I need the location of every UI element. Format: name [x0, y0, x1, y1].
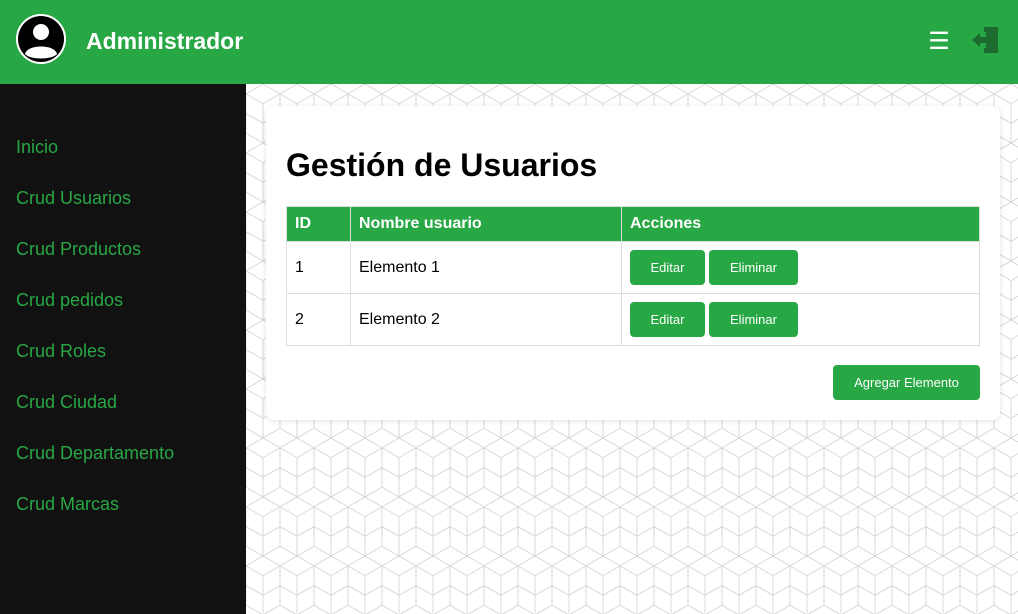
cell-name: Elemento 1: [350, 241, 622, 294]
hamburger-menu-icon[interactable]: ☰: [926, 28, 952, 56]
column-header-name: Nombre usuario: [350, 206, 622, 242]
sidebar-item-crud-usuarios: Crud Usuarios: [0, 186, 246, 237]
sidebar-menu: Inicio Crud Usuarios Crud Productos Crud…: [0, 84, 246, 543]
sidebar-item-crud-pedidos: Crud pedidos: [0, 288, 246, 339]
top-header: Administrador ☰: [0, 0, 1018, 84]
sidebar-item-crud-departamento: Crud Departamento: [0, 441, 246, 492]
page-title: Gestión de Usuarios: [286, 147, 598, 183]
sidebar-link-crud-ciudad[interactable]: Crud Ciudad: [0, 390, 246, 414]
sidebar-link-crud-departamento[interactable]: Crud Departamento: [0, 441, 246, 465]
sidebar-link-inicio[interactable]: Inicio: [0, 135, 246, 159]
edit-button[interactable]: Editar: [630, 250, 705, 285]
sidebar-item-crud-roles: Crud Roles: [0, 339, 246, 390]
users-table: ID Nombre usuario Acciones 1 Elemento 1 …: [286, 206, 980, 346]
column-header-id: ID: [286, 206, 351, 242]
edit-button[interactable]: Editar: [630, 302, 705, 337]
sidebar-link-crud-roles[interactable]: Crud Roles: [0, 339, 246, 363]
add-element-button[interactable]: Agregar Elemento: [833, 365, 980, 400]
column-header-actions: Acciones: [621, 206, 980, 242]
sidebar-link-crud-pedidos[interactable]: Crud pedidos: [0, 288, 246, 312]
app-title: Administrador: [86, 28, 244, 54]
cell-actions: Editar Eliminar: [621, 293, 980, 346]
sidebar: Inicio Crud Usuarios Crud Productos Crud…: [0, 84, 246, 614]
table-row: 1 Elemento 1 Editar Eliminar: [286, 241, 980, 294]
sidebar-link-crud-usuarios[interactable]: Crud Usuarios: [0, 186, 246, 210]
cell-id: 2: [286, 293, 351, 346]
users-card: Gestión de Usuarios ID Nombre usuario Ac…: [266, 106, 1000, 420]
sidebar-link-crud-productos[interactable]: Crud Productos: [0, 237, 246, 261]
sidebar-link-crud-marcas[interactable]: Crud Marcas: [0, 492, 246, 516]
user-avatar-icon: [16, 14, 66, 64]
delete-button[interactable]: Eliminar: [709, 302, 798, 337]
logout-icon[interactable]: [970, 24, 1002, 56]
sidebar-item-crud-productos: Crud Productos: [0, 237, 246, 288]
sidebar-item-crud-ciudad: Crud Ciudad: [0, 390, 246, 441]
sidebar-item-inicio: Inicio: [0, 135, 246, 186]
cell-actions: Editar Eliminar: [621, 241, 980, 294]
main-content: Gestión de Usuarios ID Nombre usuario Ac…: [246, 84, 1018, 614]
cell-name: Elemento 2: [350, 293, 622, 346]
sidebar-item-crud-marcas: Crud Marcas: [0, 492, 246, 543]
table-header-row: ID Nombre usuario Acciones: [286, 206, 980, 242]
delete-button[interactable]: Eliminar: [709, 250, 798, 285]
cell-id: 1: [286, 241, 351, 294]
table-row: 2 Elemento 2 Editar Eliminar: [286, 293, 980, 346]
